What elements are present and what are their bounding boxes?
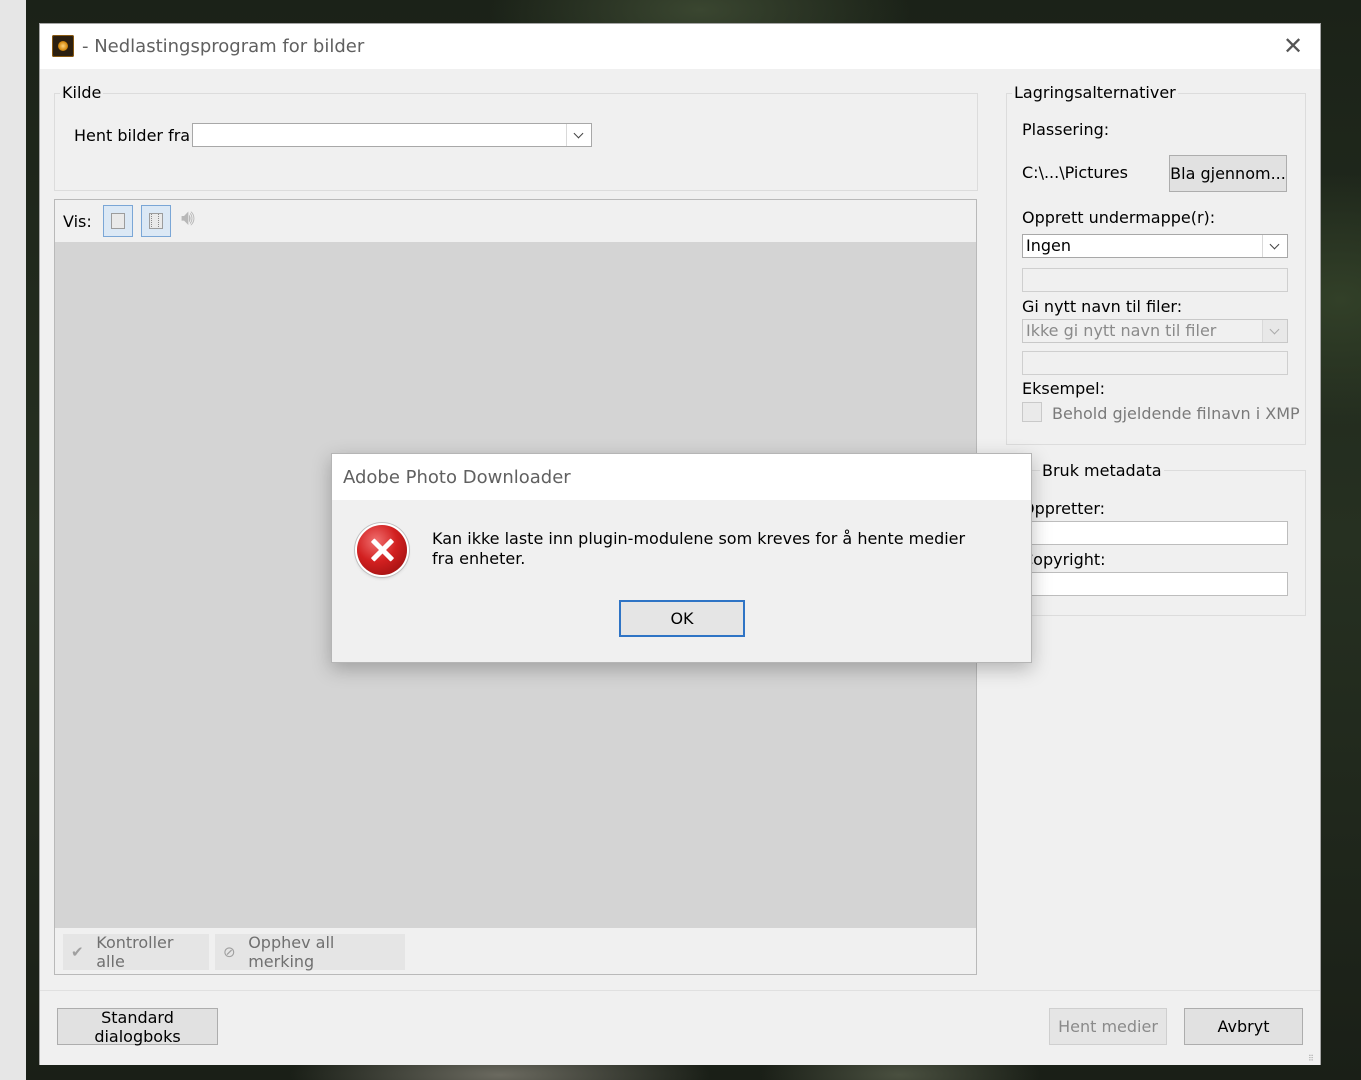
thumbnail-actions: ✔ Kontroller alle ⊘ Opphev all merking: [55, 928, 976, 974]
creator-field[interactable]: [1022, 521, 1288, 545]
window-title: - Nedlastingsprogram for bilder: [82, 36, 365, 57]
get-from-dropdown[interactable]: [192, 123, 592, 147]
standard-dialog-button[interactable]: Standard dialogboks: [57, 1008, 218, 1046]
subfolder-value: Ingen: [1026, 236, 1071, 255]
get-media-button[interactable]: Hent medier: [1049, 1008, 1167, 1045]
subfolder-name-field[interactable]: [1022, 268, 1288, 292]
source-group-label: Kilde: [60, 83, 104, 102]
subfolder-label: Opprett undermappe(r):: [1022, 208, 1216, 227]
keep-filename-checkbox[interactable]: [1022, 402, 1042, 422]
example-label: Eksempel:: [1022, 379, 1105, 398]
show-images-button[interactable]: [103, 205, 133, 237]
chevron-down-icon[interactable]: [566, 124, 591, 146]
show-video-button[interactable]: [141, 205, 171, 237]
error-icon: [357, 525, 407, 575]
chevron-down-icon[interactable]: [1262, 320, 1287, 342]
storage-group-label: Lagringsalternativer: [1012, 83, 1178, 102]
check-all-label: Kontroller alle: [96, 933, 174, 971]
uncheck-all-button[interactable]: ⊘ Opphev all merking: [215, 933, 405, 971]
view-label: Vis:: [63, 212, 92, 231]
location-value: C:\...\Pictures: [1022, 163, 1128, 182]
checkmark-icon: ✔: [71, 943, 84, 961]
subfolder-dropdown[interactable]: Ingen: [1022, 234, 1288, 258]
app-icon: [52, 35, 74, 57]
rename-pattern-field[interactable]: [1022, 351, 1288, 375]
view-toolbar: Vis: 🔊︎: [55, 200, 976, 243]
ok-button[interactable]: OK: [619, 600, 745, 637]
browse-button[interactable]: Bla gjennom...: [1169, 155, 1287, 192]
dialog-title: Adobe Photo Downloader: [343, 467, 571, 488]
keep-filename-label: Behold gjeldende filnavn i XMP: [1052, 404, 1300, 423]
dialog-title-bar: Adobe Photo Downloader: [332, 454, 1031, 500]
rename-dropdown[interactable]: Ikke gi nytt navn til filer: [1022, 319, 1288, 343]
copyright-field[interactable]: [1022, 572, 1288, 596]
uncheck-all-label: Opphev all merking: [248, 933, 335, 971]
close-icon[interactable]: ✕: [1280, 32, 1306, 60]
dialog-message: Kan ikke laste inn plugin-modulene som k…: [432, 529, 966, 568]
metadata-group-label: Bruk metadata: [1040, 461, 1164, 480]
error-dialog: Adobe Photo Downloader Kan ikke laste in…: [331, 453, 1032, 663]
cancel-button[interactable]: Avbryt: [1184, 1008, 1303, 1045]
title-bar: - Nedlastingsprogram for bilder ✕: [40, 24, 1320, 69]
image-icon: [111, 213, 125, 229]
film-icon: [149, 213, 163, 229]
rename-value: Ikke gi nytt navn til filer: [1026, 321, 1217, 340]
location-label: Plassering:: [1022, 120, 1110, 139]
creator-label: Oppretter:: [1022, 499, 1106, 518]
get-from-label: Hent bilder fra:: [74, 126, 196, 145]
copyright-label: Copyright:: [1022, 550, 1106, 569]
background-window-edge: [0, 0, 26, 1080]
resize-grip-icon[interactable]: ⠿: [1308, 1054, 1316, 1063]
check-all-button[interactable]: ✔ Kontroller alle: [63, 933, 209, 971]
rename-label: Gi nytt navn til filer:: [1022, 297, 1183, 316]
speaker-icon[interactable]: 🔊︎: [181, 206, 195, 231]
uncheck-icon: ⊘: [223, 943, 236, 961]
chevron-down-icon[interactable]: [1262, 235, 1287, 257]
